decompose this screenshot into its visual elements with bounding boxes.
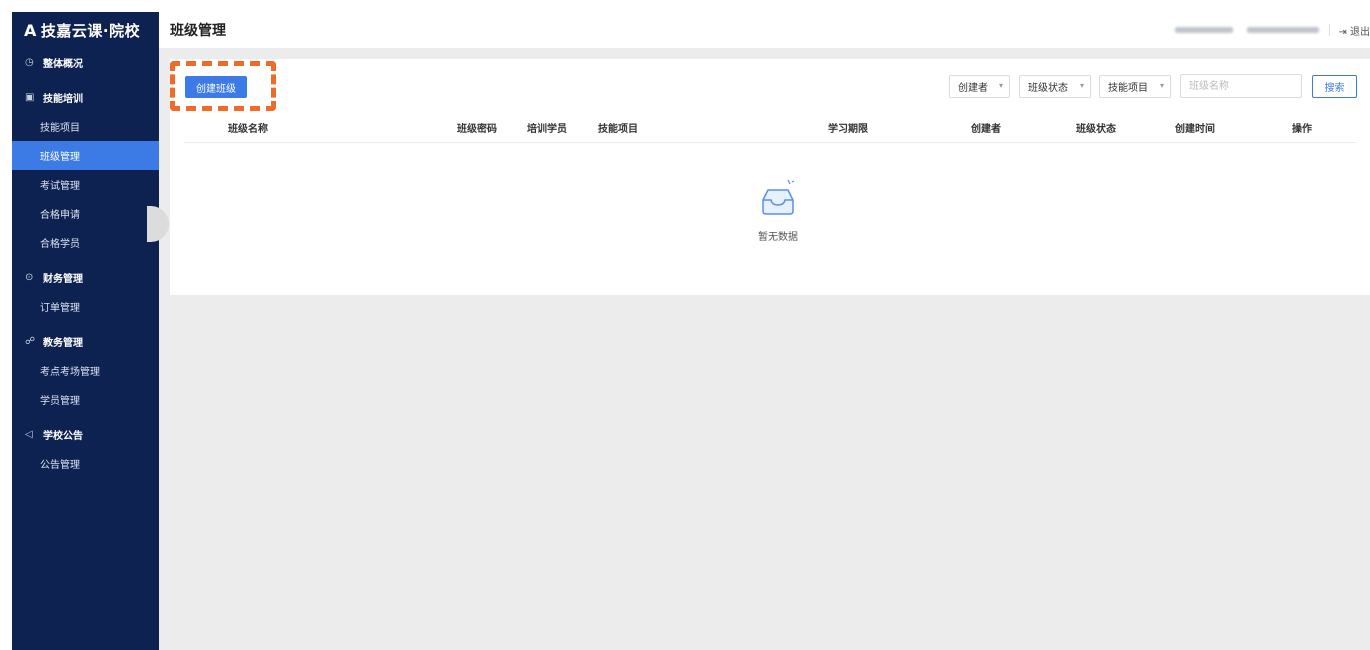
- sidebar-item-announcement-management[interactable]: 公告管理: [12, 449, 159, 478]
- sidebar-item-orders[interactable]: 订单管理: [12, 292, 159, 321]
- class-name-search-input[interactable]: [1180, 74, 1302, 98]
- clock-icon: ◷: [25, 57, 34, 68]
- sidebar-group-label: 学校公告: [43, 431, 83, 442]
- sidebar-item-qualified-students[interactable]: 合格学员: [12, 228, 159, 257]
- sidebar-group-label: 教务管理: [43, 338, 83, 349]
- filter-label: 班级状态: [1028, 83, 1068, 94]
- column-header: 班级状态: [1076, 124, 1116, 135]
- finance-icon: ⊙: [25, 272, 34, 283]
- speaker-icon: ◁: [25, 429, 33, 440]
- sidebar-group-label: 技能培训: [43, 94, 83, 105]
- column-header: 技能项目: [598, 124, 638, 135]
- filter-creator-select[interactable]: 创建者 ▾: [949, 75, 1010, 98]
- column-header: 班级名称: [228, 124, 268, 135]
- sidebar-item-exam-sites[interactable]: 考点考场管理: [12, 356, 159, 385]
- column-header: 创建时间: [1175, 124, 1215, 135]
- empty-inbox-icon: [762, 179, 795, 215]
- empty-state-text: 暂无数据: [758, 232, 798, 243]
- filter-status-select[interactable]: 班级状态 ▾: [1019, 75, 1091, 98]
- users-icon: ☍: [25, 336, 36, 347]
- empty-state: 暂无数据: [735, 178, 821, 243]
- chevron-down-icon: ▾: [1079, 81, 1084, 90]
- school-name-redacted: [1175, 27, 1234, 33]
- header-user-area: ⇥ 退出: [1175, 12, 1370, 48]
- training-icon: ▣: [25, 92, 35, 103]
- sidebar: A 技嘉云课·院校 ◷ 整体概况 ▣ 技能培训 技能项目 班级管理 考试管理 合…: [12, 12, 159, 650]
- sidebar-item-skill-projects[interactable]: 技能项目: [12, 112, 159, 141]
- sidebar-menu: ◷ 整体概况 ▣ 技能培训 技能项目 班级管理 考试管理 合格申请 合格学员 ⊙…: [12, 48, 159, 478]
- sidebar-item-qualification-apply[interactable]: 合格申请: [12, 199, 159, 228]
- logout-button[interactable]: ⇥ 退出: [1338, 23, 1370, 38]
- filter-skill-select[interactable]: 技能项目 ▾: [1099, 75, 1171, 98]
- logout-icon: ⇥: [1338, 26, 1347, 38]
- filter-label: 创建者: [958, 83, 988, 94]
- search-button[interactable]: 搜索: [1312, 75, 1357, 98]
- logout-label: 退出: [1350, 26, 1370, 38]
- sidebar-group-finance[interactable]: ⊙ 财务管理: [12, 263, 159, 292]
- column-header: 操作: [1292, 124, 1312, 135]
- sidebar-item-class-management[interactable]: 班级管理: [12, 141, 159, 170]
- sidebar-group-announcements[interactable]: ◁ 学校公告: [12, 420, 159, 449]
- chevron-down-icon: ▾: [1159, 81, 1164, 90]
- create-class-button[interactable]: 创建班级: [185, 76, 247, 98]
- sidebar-group-academic[interactable]: ☍ 教务管理: [12, 327, 159, 356]
- filter-label: 技能项目: [1108, 83, 1148, 94]
- brand-mark-icon: A: [24, 20, 37, 40]
- header-divider: [1329, 24, 1331, 36]
- page-title: 班级管理: [170, 23, 226, 39]
- column-header: 培训学员: [527, 124, 567, 135]
- column-header: 创建者: [971, 124, 1001, 135]
- column-header: 班级密码: [457, 124, 497, 135]
- user-account-redacted[interactable]: [1247, 27, 1320, 33]
- sidebar-group-label: 整体概况: [43, 59, 83, 70]
- table-header: 班级名称 班级密码 培训学员 技能项目 学习期限 创建者 班级状态 创建时间 操…: [184, 111, 1356, 143]
- sidebar-group-training[interactable]: ▣ 技能培训: [12, 83, 159, 112]
- sidebar-item-students[interactable]: 学员管理: [12, 385, 159, 414]
- sidebar-group-overview[interactable]: ◷ 整体概况: [12, 48, 159, 77]
- chevron-down-icon: ▾: [998, 81, 1003, 90]
- column-header: 学习期限: [828, 124, 868, 135]
- brand-logo[interactable]: A 技嘉云课·院校: [12, 12, 159, 48]
- brand-name: 技嘉云课·院校: [40, 21, 141, 40]
- sidebar-group-label: 财务管理: [43, 274, 83, 285]
- sidebar-item-exam-management[interactable]: 考试管理: [12, 170, 159, 199]
- top-header: 班级管理 ⇥ 退出: [159, 12, 1370, 48]
